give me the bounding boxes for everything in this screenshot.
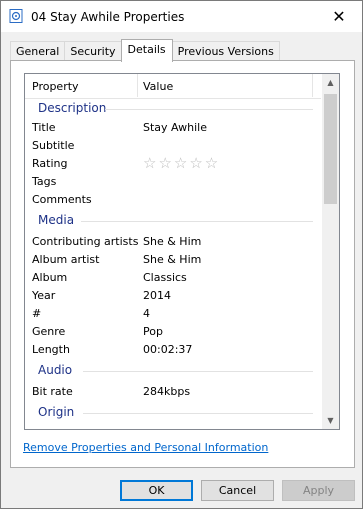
group-label: Origin: [38, 405, 75, 419]
close-button[interactable]: ✕: [316, 1, 362, 32]
property-name: Album artist: [32, 253, 100, 266]
group-divider: [105, 109, 313, 110]
group-label: Media: [38, 213, 75, 227]
scrollbar-thumb[interactable]: [324, 94, 337, 204]
group-label: Description: [38, 101, 107, 115]
column-property[interactable]: Property: [32, 80, 79, 93]
property-row-track-number[interactable]: # 4: [25, 305, 321, 323]
property-row-bit-rate[interactable]: Bit rate 284kbps: [25, 383, 321, 401]
group-divider: [83, 413, 313, 414]
property-name: Tags: [32, 175, 57, 188]
scroll-up-icon[interactable]: ▲: [322, 74, 339, 91]
property-row-length[interactable]: Length 00:02:37: [25, 341, 321, 359]
property-name: Year: [32, 289, 56, 302]
property-value[interactable]: Stay Awhile: [143, 121, 207, 134]
property-value[interactable]: She & Him: [143, 235, 201, 248]
group-origin: Origin: [25, 404, 321, 422]
group-media: Media: [25, 212, 321, 230]
property-name: Rating: [32, 157, 68, 170]
property-name: Contributing artists: [32, 235, 139, 248]
ok-button[interactable]: OK: [120, 480, 193, 501]
property-value[interactable]: 4: [143, 307, 150, 320]
group-label: Audio: [38, 363, 73, 377]
details-panel: Property Value Description Title Stay Aw…: [10, 60, 355, 468]
rating-stars-icon[interactable]: ☆☆☆☆☆: [143, 154, 220, 172]
column-header: Property Value: [25, 74, 321, 99]
tab-general[interactable]: General: [10, 41, 66, 62]
property-row-tags[interactable]: Tags: [25, 173, 321, 191]
property-row-comments[interactable]: Comments: [25, 191, 321, 209]
property-name: Genre: [32, 325, 66, 338]
property-name: #: [32, 307, 42, 320]
property-list-content: Property Value Description Title Stay Aw…: [25, 74, 321, 429]
property-value: 284kbps: [143, 385, 191, 398]
property-row-album[interactable]: Album Classics: [25, 269, 321, 287]
property-list[interactable]: Property Value Description Title Stay Aw…: [24, 73, 340, 430]
group-divider: [83, 371, 313, 372]
property-value: 00:02:37: [143, 343, 193, 356]
property-value[interactable]: Classics: [143, 271, 187, 284]
tab-strip: General Security Details Previous Versio…: [10, 39, 280, 62]
scroll-down-icon[interactable]: ▼: [322, 412, 339, 429]
group-audio: Audio: [25, 362, 321, 380]
property-row-album-artist[interactable]: Album artist She & Him: [25, 251, 321, 269]
property-name: Title: [32, 121, 56, 134]
column-value[interactable]: Value: [143, 80, 173, 93]
group-description: Description: [25, 100, 321, 118]
property-name: Subtitle: [32, 139, 75, 152]
title-bar: 04 Stay Awhile Properties ✕: [1, 1, 362, 32]
property-row-title[interactable]: Title Stay Awhile: [25, 119, 321, 137]
tab-previous-versions[interactable]: Previous Versions: [171, 41, 280, 62]
property-row-year[interactable]: Year 2014: [25, 287, 321, 305]
group-divider: [81, 221, 313, 222]
cancel-button[interactable]: Cancel: [201, 480, 274, 501]
column-divider[interactable]: [312, 74, 313, 97]
property-name: Length: [32, 343, 70, 356]
column-divider[interactable]: [137, 74, 138, 97]
property-value[interactable]: 2014: [143, 289, 171, 302]
window-title: 04 Stay Awhile Properties: [31, 10, 185, 24]
audio-file-icon: [9, 9, 23, 23]
property-name: Bit rate: [32, 385, 73, 398]
property-value[interactable]: Pop: [143, 325, 163, 338]
vertical-scrollbar[interactable]: ▲ ▼: [322, 74, 339, 429]
remove-properties-link[interactable]: Remove Properties and Personal Informati…: [23, 441, 268, 454]
close-icon: ✕: [332, 7, 346, 26]
tab-security[interactable]: Security: [64, 41, 122, 62]
property-row-contributing-artists[interactable]: Contributing artists She & Him: [25, 233, 321, 251]
property-row-subtitle[interactable]: Subtitle: [25, 137, 321, 155]
property-value[interactable]: She & Him: [143, 253, 201, 266]
apply-button[interactable]: Apply: [282, 480, 355, 501]
property-row-genre[interactable]: Genre Pop: [25, 323, 321, 341]
property-name: Comments: [32, 193, 92, 206]
property-row-rating[interactable]: Rating ☆☆☆☆☆: [25, 154, 321, 173]
properties-window: 04 Stay Awhile Properties ✕ General Secu…: [0, 0, 363, 509]
property-name: Album: [32, 271, 68, 284]
tab-details[interactable]: Details: [120, 39, 173, 62]
